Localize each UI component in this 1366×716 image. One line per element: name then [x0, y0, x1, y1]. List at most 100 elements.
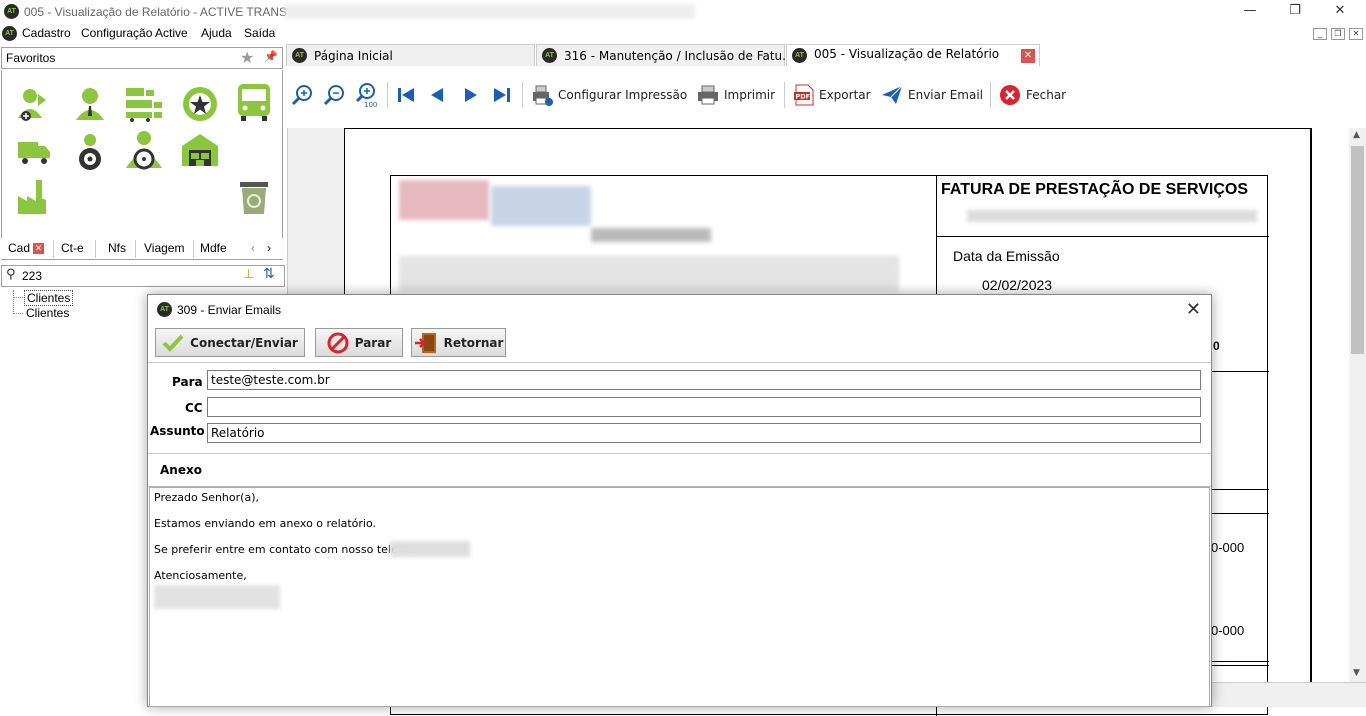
search-input[interactable]: 223: [22, 269, 42, 283]
subject-field[interactable]: Relatório: [207, 423, 1201, 443]
bus-front-icon[interactable]: [234, 82, 274, 122]
email-body-editor[interactable]: Prezado Senhor(a), Estamos enviando em a…: [149, 487, 1210, 707]
tab-viagem[interactable]: Viagem: [144, 241, 184, 255]
driver-icon[interactable]: [70, 132, 110, 172]
mdi-minimize-button[interactable]: _: [1313, 28, 1327, 40]
zoom-100-button[interactable]: 100: [355, 80, 383, 110]
exit-door-icon: [414, 332, 436, 353]
tab-label: 316 - Manutenção / Inclusão de Fatu...: [564, 49, 794, 63]
close-icon[interactable]: ✕: [1186, 299, 1201, 320]
tab-visualizacao-relatorio[interactable]: AT 005 - Visualização de Relatório ✕: [786, 44, 1040, 66]
close-tab-icon[interactable]: ✕: [1021, 49, 1035, 63]
star-icon[interactable]: ★: [240, 48, 254, 67]
redacted-logo: [399, 180, 489, 220]
left-tabs: Cad ✕ Ct-e Nfs Viagem Mdfe ‹ ›: [1, 238, 283, 260]
connect-send-button[interactable]: Conectar/Enviar: [155, 328, 305, 357]
scroll-thumb[interactable]: [1351, 146, 1364, 354]
subject-label: Assunto: [150, 424, 205, 438]
emission-label: Data da Emissão: [953, 248, 1060, 264]
svg-text:100: 100: [364, 101, 377, 108]
close-icon[interactable]: ✕: [33, 243, 45, 255]
tab-cad[interactable]: Cad ✕: [8, 241, 45, 255]
menu-bar: AT Cadastro Configuração Active Ajuda Sa…: [0, 24, 1366, 44]
first-page-button[interactable]: [396, 80, 420, 110]
print-button[interactable]: Imprimir: [696, 80, 775, 110]
zoom-out-button[interactable]: [323, 80, 351, 110]
tab-pagina-inicial[interactable]: AT Página Inicial: [286, 44, 535, 66]
redacted-signature: [154, 585, 280, 609]
configure-print-button[interactable]: Configurar Impressão: [530, 80, 687, 110]
tab-cte[interactable]: Ct-e: [61, 241, 84, 255]
user-add-icon[interactable]: [14, 84, 54, 124]
menu-cadastro[interactable]: Cadastro: [22, 26, 71, 40]
horizontal-scrollbar[interactable]: [1210, 682, 1366, 707]
next-page-button[interactable]: [461, 80, 485, 110]
tab-manutencao-fatura[interactable]: AT 316 - Manutenção / Inclusão de Fatu..…: [536, 44, 794, 66]
document-tabs: AT Página Inicial AT 316 - Manutenção / …: [286, 44, 1366, 66]
filter-icon[interactable]: ⊥: [243, 267, 254, 282]
person-icon[interactable]: [70, 84, 110, 124]
stop-button[interactable]: Parar: [315, 328, 403, 357]
zoom-out-icon: [323, 85, 344, 106]
tab-nfs[interactable]: Nfs: [108, 241, 126, 255]
chevron-left-icon[interactable]: ‹: [251, 241, 255, 255]
tab-cad-label: Cad: [8, 241, 31, 255]
sort-icon[interactable]: ⇅: [263, 266, 275, 282]
mdi-close-button[interactable]: ✕: [1349, 28, 1363, 40]
vertical-scrollbar[interactable]: ▲ ▼: [1349, 128, 1366, 682]
close-window-button[interactable]: ✕: [1326, 2, 1354, 20]
scroll-down-icon[interactable]: ▼: [1353, 668, 1360, 678]
cc-label: CC: [185, 401, 203, 415]
factory-icon[interactable]: [14, 178, 54, 218]
send-email-label: Enviar Email: [908, 88, 984, 102]
export-label: Exportar: [819, 88, 871, 102]
chevron-right-icon[interactable]: ›: [267, 241, 271, 255]
report-title: FATURA DE PRESTAÇÃO DE SERVIÇOS: [941, 181, 1248, 198]
first-page-icon: [398, 88, 414, 102]
menu-ajuda[interactable]: Ajuda: [201, 26, 232, 40]
emission-date: 02/02/2023: [982, 277, 1053, 293]
connect-send-label: Conectar/Enviar: [190, 335, 298, 350]
window-title: 005 - Visualização de Relatório - ACTIVE…: [24, 5, 295, 19]
menu-saida[interactable]: Saída: [244, 26, 275, 40]
wheel-star-icon[interactable]: [180, 84, 220, 124]
restore-button[interactable]: ❐: [1281, 2, 1309, 20]
stop-icon: [327, 332, 349, 353]
scroll-up-icon[interactable]: ▲: [1353, 130, 1360, 140]
recycle-bin-icon[interactable]: [234, 178, 274, 218]
zoom-in-button[interactable]: [291, 80, 319, 110]
redacted-phone: [390, 541, 470, 557]
cc-field[interactable]: [207, 397, 1201, 417]
warehouse-icon[interactable]: [180, 130, 220, 170]
print-label: Imprimir: [724, 88, 776, 102]
pdf-icon: PDF: [794, 84, 814, 106]
tree-lines: [13, 290, 23, 314]
favorites-header: Favoritos ★ 📌: [1, 47, 283, 69]
return-button[interactable]: Retornar: [411, 328, 506, 357]
previous-page-button[interactable]: [427, 80, 451, 110]
tree-item-clientes[interactable]: Clientes: [24, 290, 74, 306]
attachment-section[interactable]: Anexo: [148, 453, 1211, 487]
mdi-restore-button[interactable]: ❐: [1331, 28, 1345, 40]
tab-mdfe[interactable]: Mdfe: [200, 241, 227, 255]
app-logo-icon: AT: [542, 48, 557, 63]
send-email-button[interactable]: Enviar Email: [880, 80, 983, 110]
to-field[interactable]: teste@teste.com.br: [207, 370, 1201, 390]
pin-icon[interactable]: 📌: [264, 50, 278, 63]
last-page-button[interactable]: [492, 80, 516, 110]
menu-configuracao[interactable]: Configuração Active: [81, 26, 188, 40]
close-report-button[interactable]: Fechar: [998, 80, 1066, 110]
minimize-button[interactable]: —: [1236, 2, 1264, 20]
previous-page-icon: [431, 88, 443, 102]
svg-text:PDF: PDF: [796, 93, 811, 101]
report-cep: 0-000: [1211, 623, 1245, 638]
zoom-100-icon: 100: [355, 83, 377, 108]
body-greeting: Prezado Senhor(a),: [154, 491, 259, 504]
report-toolbar: 100 Configurar Impressão Imprimir PDF Ex…: [286, 66, 1366, 126]
truck-fleet-icon[interactable]: [124, 84, 164, 124]
delivery-truck-icon[interactable]: [14, 132, 54, 172]
export-button[interactable]: PDF Exportar: [793, 80, 871, 110]
last-page-icon: [494, 88, 510, 102]
tree-item-clientes[interactable]: Clientes: [26, 306, 69, 320]
driver-wheel-icon[interactable]: [124, 130, 164, 170]
